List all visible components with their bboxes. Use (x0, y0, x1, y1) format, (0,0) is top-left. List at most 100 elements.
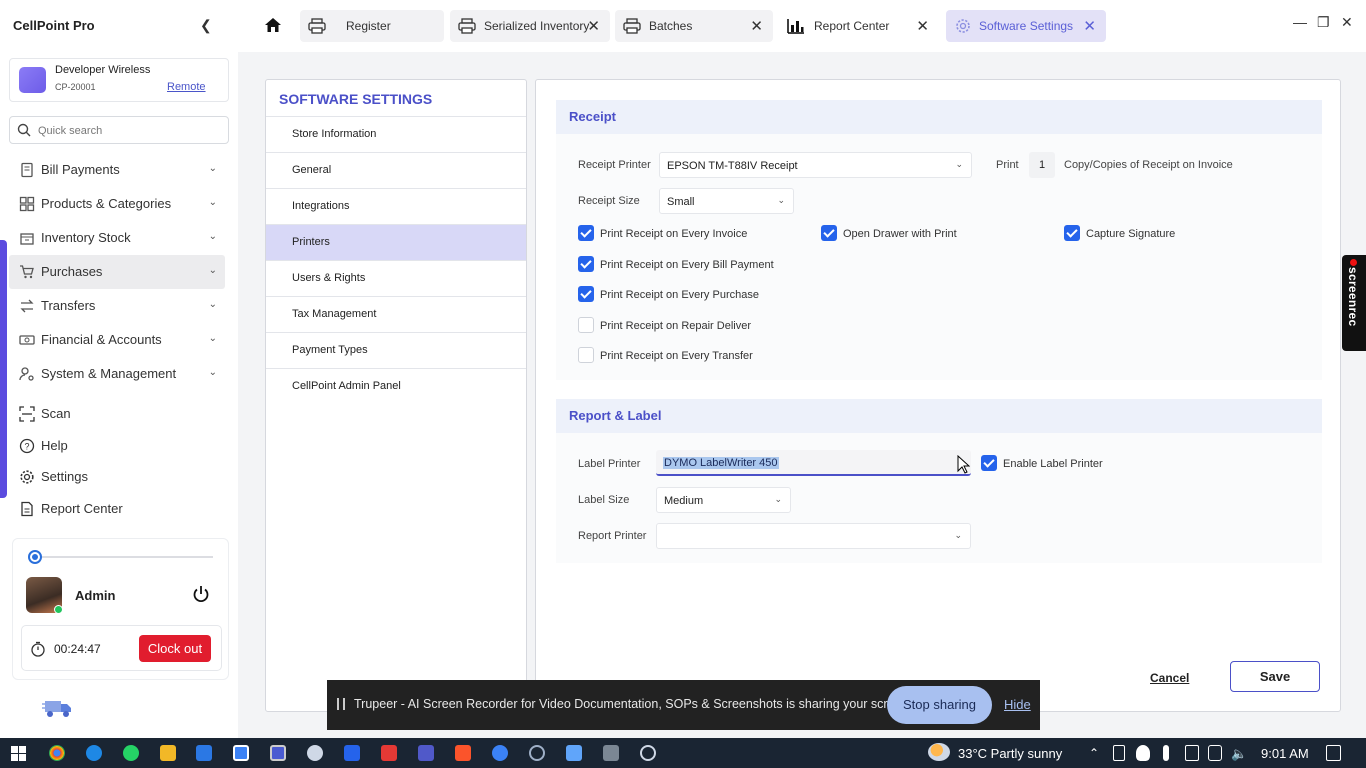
checkbox-label: Print Receipt on Every Bill Payment (600, 259, 774, 271)
pause-icon[interactable] (337, 698, 345, 710)
meet-now-icon[interactable] (1113, 745, 1125, 761)
whatsapp-icon[interactable] (123, 745, 139, 761)
nav-item-purchases[interactable]: Purchases ⌄ (9, 255, 225, 289)
tab-report-center[interactable]: Report Center ✕ (779, 10, 939, 42)
volume-icon[interactable]: 🔈 (1231, 746, 1247, 762)
network-icon[interactable] (1208, 745, 1222, 761)
receipt-printer-select[interactable]: EPSON TM-T88IV Receipt ⌄ (659, 152, 972, 178)
nav-item-help[interactable]: ? Help (9, 432, 225, 464)
secondary-nav: Scan ? Help Settings Report Center (9, 400, 225, 526)
notepad-icon[interactable] (566, 745, 582, 761)
home-icon[interactable] (264, 16, 282, 34)
app-icon[interactable] (381, 745, 397, 761)
cellpoint-app-icon[interactable] (270, 745, 286, 761)
file-explorer-icon[interactable] (160, 745, 176, 761)
store-code: CP-20001 (55, 82, 96, 92)
checkbox-open-drawer[interactable] (821, 225, 837, 241)
checkbox-every-purchase[interactable] (578, 286, 594, 302)
store-avatar (19, 67, 46, 93)
gear-icon (20, 470, 34, 484)
close-icon[interactable]: ✕ (916, 17, 929, 35)
checkbox-every-bill-payment[interactable] (578, 256, 594, 272)
checkbox-capture-signature[interactable] (1064, 225, 1080, 241)
menu-payment-types[interactable]: Payment Types (266, 332, 526, 368)
checkbox-every-transfer[interactable] (578, 347, 594, 363)
copies-input[interactable]: 1 (1029, 152, 1055, 178)
nav-item-system[interactable]: System & Management ⌄ (9, 357, 225, 391)
minimize-icon[interactable]: — (1293, 14, 1307, 30)
menu-store-information[interactable]: Store Information (266, 116, 526, 152)
nav-item-scan[interactable]: Scan (9, 400, 225, 432)
stop-sharing-button[interactable]: Stop sharing (887, 686, 992, 724)
close-icon[interactable]: ✕ (750, 17, 763, 35)
battery-icon[interactable] (1185, 745, 1199, 761)
app-icon[interactable] (307, 745, 323, 761)
chrome-icon[interactable] (49, 745, 65, 761)
menu-printers[interactable]: Printers (266, 224, 526, 260)
nav-item-report-center[interactable]: Report Center (9, 495, 225, 527)
notifications-icon[interactable] (1326, 745, 1341, 761)
clock-time[interactable]: 9:01 AM (1261, 746, 1309, 761)
copies-suffix: Copy/Copies of Receipt on Invoice (1064, 159, 1233, 171)
app-icon[interactable] (640, 745, 656, 761)
avatar[interactable] (26, 577, 63, 614)
app-icon[interactable] (344, 745, 360, 761)
remote-link[interactable]: Remote (167, 81, 206, 93)
cancel-button[interactable]: Cancel (1150, 671, 1189, 685)
app-title: CellPoint Pro (13, 18, 95, 33)
close-window-icon[interactable]: ✕ (1341, 14, 1353, 31)
menu-tax-management[interactable]: Tax Management (266, 296, 526, 332)
nav-item-inventory[interactable]: Inventory Stock ⌄ (9, 221, 225, 255)
close-icon[interactable]: ✕ (587, 17, 600, 35)
hide-link[interactable]: Hide (1004, 697, 1031, 712)
tab-batches[interactable]: Batches ✕ (615, 10, 773, 42)
search-input[interactable]: Quick search (9, 116, 229, 144)
tab-label: Report Center (814, 19, 890, 33)
nav-item-financial[interactable]: Financial & Accounts ⌄ (9, 323, 225, 357)
calculator-icon[interactable] (603, 745, 619, 761)
save-button[interactable]: Save (1230, 661, 1320, 692)
checkbox-enable-label-printer[interactable] (981, 455, 997, 471)
checkbox-repair-deliver[interactable] (578, 317, 594, 333)
nav-item-products[interactable]: Products & Categories ⌄ (9, 187, 225, 221)
receipt-heading: Receipt (556, 100, 1322, 134)
nav-item-transfers[interactable]: Transfers ⌄ (9, 289, 225, 323)
online-status-dot (54, 605, 63, 614)
menu-general[interactable]: General (266, 152, 526, 188)
report-printer-select[interactable]: ⌄ (656, 523, 971, 549)
label-size-select[interactable]: Medium ⌄ (656, 487, 791, 513)
microphone-icon[interactable] (1163, 745, 1169, 761)
teams-icon[interactable] (418, 745, 434, 761)
checkbox-every-invoice[interactable] (578, 225, 594, 241)
receipt-size-select[interactable]: Small ⌄ (659, 188, 794, 214)
app-icon[interactable] (233, 745, 249, 761)
clock-out-button[interactable]: Clock out (139, 635, 211, 662)
nav-item-bill-payments[interactable]: Bill Payments ⌄ (9, 153, 225, 187)
power-icon[interactable] (191, 584, 211, 604)
bar-chart-icon (787, 19, 804, 34)
menu-admin-panel[interactable]: CellPoint Admin Panel (266, 368, 526, 404)
menu-integrations[interactable]: Integrations (266, 188, 526, 224)
chevron-up-icon[interactable]: ⌃ (1089, 746, 1099, 760)
tab-software-settings[interactable]: Software Settings ✕ (946, 10, 1106, 42)
weather-text[interactable]: 33°C Partly sunny (958, 746, 1062, 761)
brave-icon[interactable] (455, 745, 471, 761)
slider-handle[interactable] (28, 550, 42, 564)
app-icon[interactable] (529, 745, 545, 761)
screenrec-widget[interactable]: screenrec (1342, 255, 1366, 351)
store-app-icon[interactable] (196, 745, 212, 761)
label-printer-select[interactable]: DYMO LabelWriter 450 ⌄ (656, 450, 971, 476)
app-icon[interactable] (492, 745, 508, 761)
menu-users-rights[interactable]: Users & Rights (266, 260, 526, 296)
onedrive-icon[interactable] (1136, 745, 1150, 761)
edge-icon[interactable] (86, 745, 102, 761)
nav-item-settings[interactable]: Settings (9, 463, 225, 495)
weather-icon[interactable] (928, 743, 950, 761)
close-icon[interactable]: ✕ (1083, 17, 1096, 35)
tab-serialized-inventory[interactable]: Serialized Inventory ✕ (450, 10, 610, 42)
tab-register[interactable]: Register (300, 10, 444, 42)
collapse-sidebar-icon[interactable]: ❮ (200, 17, 214, 33)
windows-start-icon[interactable] (11, 746, 26, 761)
delivery-truck-icon[interactable] (42, 697, 74, 719)
restore-icon[interactable]: ❐ (1317, 14, 1330, 31)
